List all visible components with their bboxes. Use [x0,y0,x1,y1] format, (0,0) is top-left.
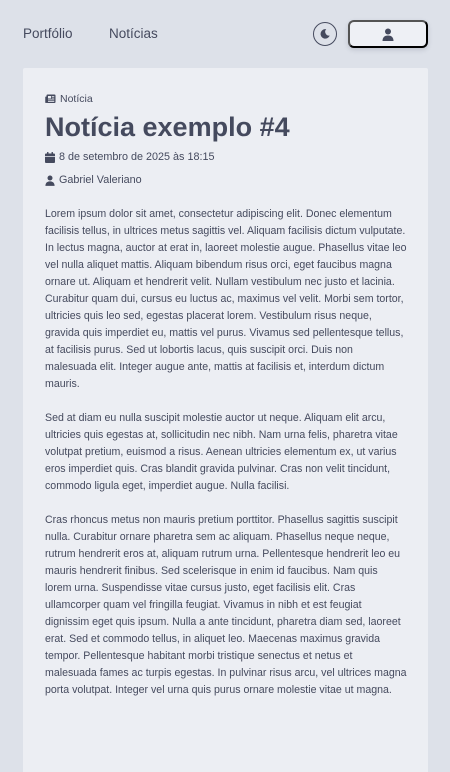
article-author-name: Gabriel Valeriano [59,174,142,186]
article-paragraph: Sed at diam eu nulla suscipit molestie a… [45,412,398,492]
calendar-icon [45,152,55,163]
moon-icon [319,28,331,40]
user-icon [382,28,394,41]
theme-toggle-button[interactable] [313,22,337,46]
nav-link-news[interactable]: Notícias [109,26,158,42]
article-paragraph: Cras rhoncus metus non mauris pretium po… [45,514,407,696]
article-card: Notícia Notícia exemplo #4 8 de setembro… [23,68,428,772]
article-category-label: Notícia [60,93,93,105]
article-paragraph: Lorem ipsum dolor sit amet, consectetur … [45,208,407,390]
article-category: Notícia [45,93,93,105]
article-title: Notícia exemplo #4 [45,112,290,142]
newspaper-icon [45,94,56,104]
article-body: Lorem ipsum dolor sit amet, consectetur … [45,206,407,716]
article-date: 8 de setembro de 2025 às 18:15 [45,151,214,164]
nav-link-portfolio[interactable]: Portfólio [23,26,73,42]
author-user-icon [45,175,55,186]
top-navbar: Portfólio Notícias [0,0,450,68]
user-menu-button[interactable] [348,20,428,48]
article-author: Gabriel Valeriano [45,174,142,187]
article-date-text: 8 de setembro de 2025 às 18:15 [59,151,215,163]
